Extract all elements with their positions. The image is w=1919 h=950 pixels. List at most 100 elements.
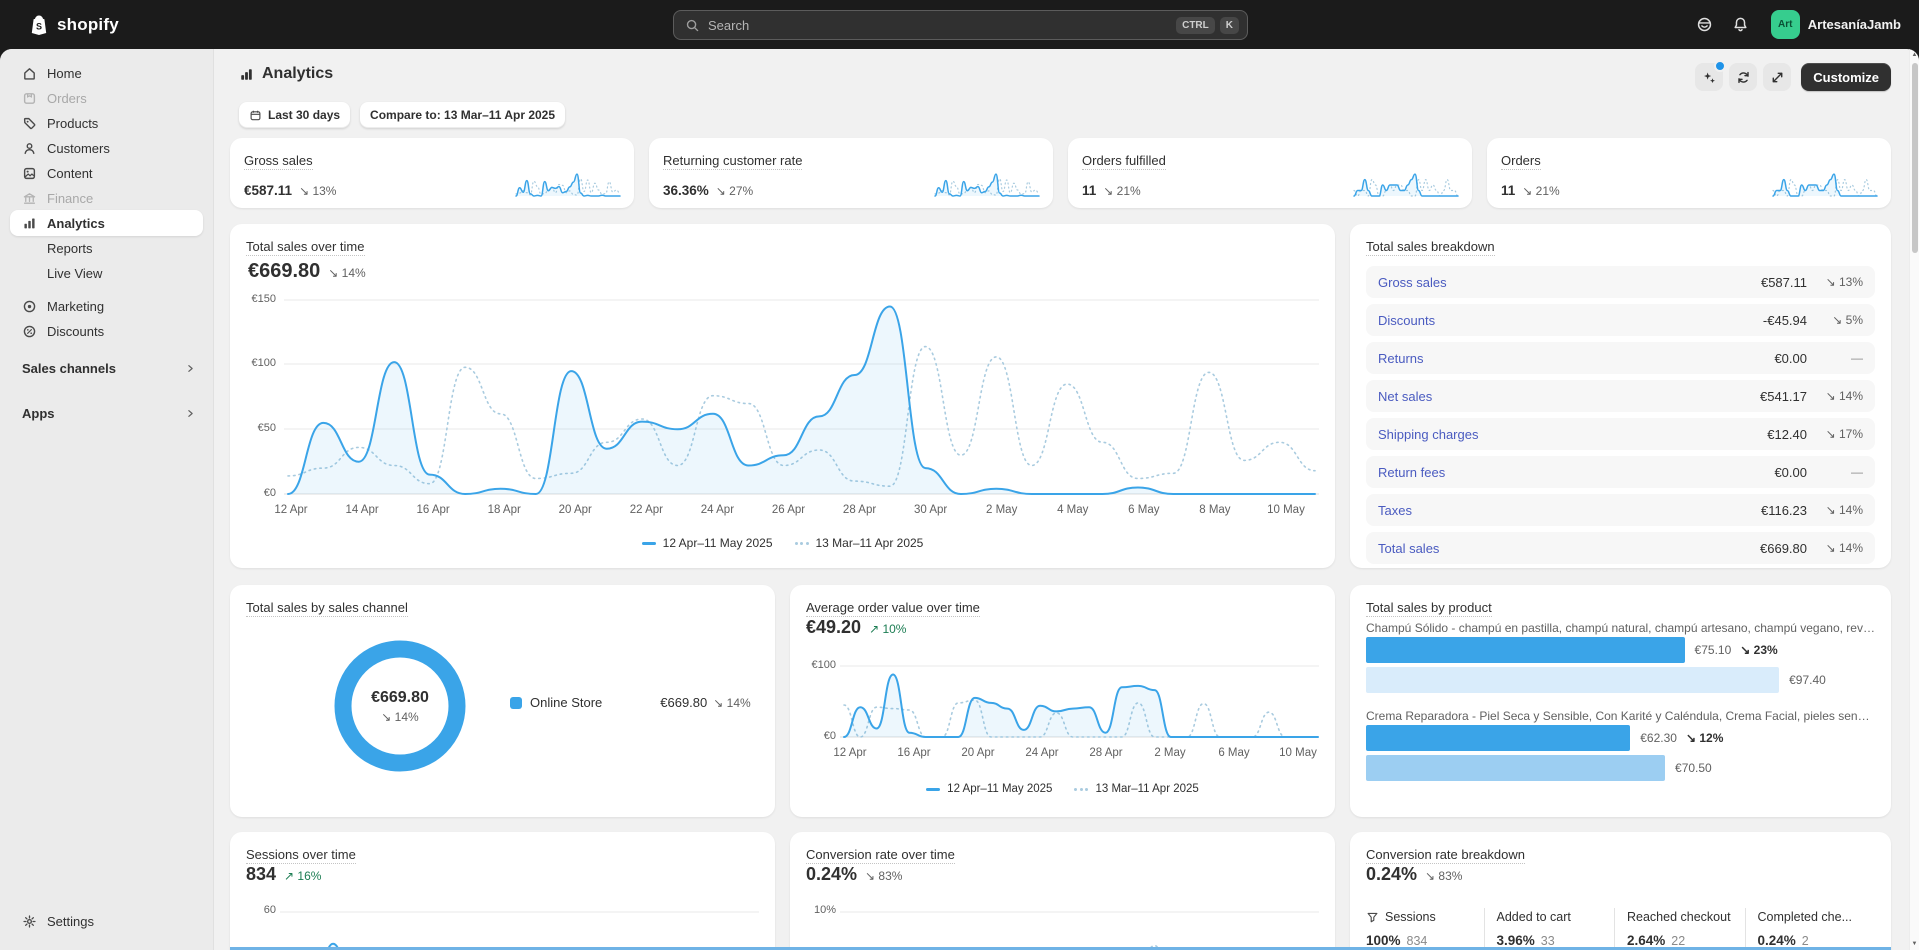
kpi-row: Gross sales €587.11 ↘ 13% Returning custome… (230, 138, 1891, 208)
channel-legend: Online Store €669.80 ↘ 14% (510, 695, 751, 710)
breakdown-link[interactable]: Net sales (1378, 389, 1760, 404)
scrollbar-thumb[interactable] (1912, 63, 1918, 253)
sidebar-item-label: Marketing (47, 298, 105, 314)
breakdown-change: — (1851, 351, 1863, 365)
y-axis-label: €50 (257, 422, 276, 434)
sidebar-item-finance[interactable]: Finance (10, 185, 203, 211)
x-axis-label: 22 Apr (629, 504, 663, 516)
scrollbar-down-arrow[interactable]: ▼ (1910, 941, 1919, 947)
legend-previous: 13 Mar–11 Apr 2025 (794, 536, 923, 550)
breakdown-value: €116.23 (1760, 502, 1807, 518)
shortcut-key-ctrl: CTRL (1176, 16, 1215, 34)
change-indicator: ↗ 10% (869, 622, 907, 636)
legend-label: 12 Apr–11 May 2025 (662, 536, 773, 550)
breakdown-link[interactable]: Shipping charges (1378, 427, 1767, 442)
scrollbar-up-arrow[interactable]: ▲ (1910, 52, 1919, 58)
sales-by-channel-card: Total sales by sales channel €669.80 ↘ 1… (230, 585, 775, 817)
kpi-title[interactable]: Orders fulfilled (1082, 153, 1166, 170)
sidebar-item-live-view[interactable]: Live View (10, 260, 203, 286)
sidebar-item-home[interactable]: Home (10, 60, 203, 86)
sidebar-section-sales-channels[interactable]: Sales channels (10, 355, 203, 381)
card-title[interactable]: Sessions over time (246, 847, 356, 864)
shopify-logo[interactable]: S shopify (28, 0, 119, 49)
breakdown-link[interactable]: Return fees (1378, 465, 1774, 480)
step-count: 22 (1671, 934, 1686, 948)
store-profile-button[interactable]: Art ArtesaníaJamb (1767, 7, 1907, 42)
solid-line-swatch (926, 787, 941, 791)
sidebar-item-label: Discounts (47, 323, 105, 339)
sidebar-item-label: Orders (47, 90, 87, 106)
fullscreen-button[interactable] (1763, 63, 1792, 91)
sidebar-item-products[interactable]: Products (10, 110, 203, 136)
notifications-button[interactable] (1725, 9, 1757, 41)
donut-center-value: €669.80 (371, 688, 429, 706)
x-axis-label: 28 Apr (842, 504, 877, 516)
breakdown-change: ↘ 14% (1825, 389, 1863, 403)
card-title[interactable]: Conversion rate over time (806, 847, 955, 864)
search-icon (685, 18, 700, 33)
card-title[interactable]: Average order value over time (806, 600, 980, 617)
card-title[interactable]: Total sales breakdown (1366, 239, 1495, 256)
sidekick-button[interactable] (1689, 9, 1721, 41)
breakdown-row-total-sales: Total sales €669.80 ↘ 14% (1366, 532, 1875, 564)
refresh-button[interactable] (1729, 63, 1758, 91)
sidebar-item-label: Live View (47, 265, 103, 281)
x-axis-label: 4 May (1057, 504, 1089, 516)
breakdown-row-gross-sales: Gross sales €587.11 ↘ 13% (1366, 266, 1875, 298)
card-title[interactable]: Total sales over time (246, 239, 365, 256)
x-axis-label: 8 May (1199, 504, 1231, 516)
funnel-step-label: Added to cart (1497, 910, 1615, 924)
bar-value: €75.10 (1694, 643, 1732, 657)
dotted-line-swatch (794, 541, 809, 545)
kpi-title[interactable]: Returning customer rate (663, 153, 803, 170)
auto-insights-button[interactable] (1695, 60, 1727, 91)
kpi-sparkline (934, 173, 1040, 197)
breakdown-link[interactable]: Taxes (1378, 503, 1761, 518)
sidebar-item-marketing[interactable]: Marketing (10, 293, 203, 319)
change-indicator: ↘ 21% (1522, 184, 1560, 198)
home-icon (22, 66, 37, 81)
sidebar-section-apps[interactable]: Apps (10, 400, 203, 426)
metric-value: 0.24% (806, 864, 858, 884)
funnel-step-label: Reached checkout (1627, 910, 1745, 924)
kpi-title[interactable]: Orders (1501, 153, 1541, 170)
legend-previous: 13 Mar–11 Apr 2025 (1074, 783, 1199, 795)
card-title[interactable]: Conversion rate breakdown (1366, 847, 1525, 864)
breakdown-change: ↘ 17% (1825, 427, 1863, 441)
chevron-right-icon (184, 362, 197, 375)
search-input[interactable]: Search CTRL K (673, 10, 1248, 40)
y-axis-label: €150 (251, 293, 276, 305)
card-title[interactable]: Total sales by sales channel (246, 600, 408, 617)
card-title[interactable]: Total sales by product (1366, 600, 1492, 617)
funnel-step-label: Sessions (1366, 910, 1484, 924)
customize-button[interactable]: Customize (1801, 63, 1891, 91)
sidebar-item-customers[interactable]: Customers (10, 135, 203, 161)
store-avatar: Art (1770, 10, 1800, 39)
change-indicator: ↗ 16% (284, 869, 322, 883)
breakdown-link[interactable]: Returns (1378, 351, 1774, 366)
breakdown-link[interactable]: Discounts (1378, 313, 1763, 328)
step-percent: 2.64% (1627, 933, 1666, 948)
kpi-card-gross-sales: Gross sales €587.11 ↘ 13% (230, 138, 634, 208)
sidebar-item-content[interactable]: Content (10, 160, 203, 186)
kpi-title[interactable]: Gross sales (244, 153, 313, 170)
gear-icon (22, 914, 37, 929)
product-name: Champú Sólido - champú en pastilla, cham… (1366, 621, 1875, 635)
kpi-sparkline (1772, 173, 1878, 197)
sidebar-item-discounts[interactable]: Discounts (10, 318, 203, 344)
sidebar-item-analytics[interactable]: Analytics (10, 210, 203, 236)
kpi-value-row: €587.11 ↘ 13% (244, 183, 336, 198)
sidebar-item-orders[interactable]: Orders (10, 85, 203, 111)
sidebar-item-settings[interactable]: Settings (10, 908, 203, 934)
product-name: Crema Reparadora - Piel Seca y Sensible,… (1366, 709, 1875, 723)
compare-button[interactable]: Compare to: 13 Mar–11 Apr 2025 (360, 102, 566, 128)
scrollbar[interactable]: ▲ ▼ (1909, 49, 1919, 950)
x-axis-label: 6 May (1218, 747, 1250, 759)
change-indicator: ↘ 13% (299, 184, 337, 198)
sparkle-icon (1702, 70, 1717, 85)
average-order-value-card: Average order value over time €49.20 ↗ 10… (790, 585, 1335, 817)
breakdown-link[interactable]: Total sales (1378, 541, 1760, 556)
breakdown-link[interactable]: Gross sales (1378, 275, 1761, 290)
date-range-button[interactable]: Last 30 days (239, 102, 351, 128)
sidebar-item-reports[interactable]: Reports (10, 235, 203, 261)
